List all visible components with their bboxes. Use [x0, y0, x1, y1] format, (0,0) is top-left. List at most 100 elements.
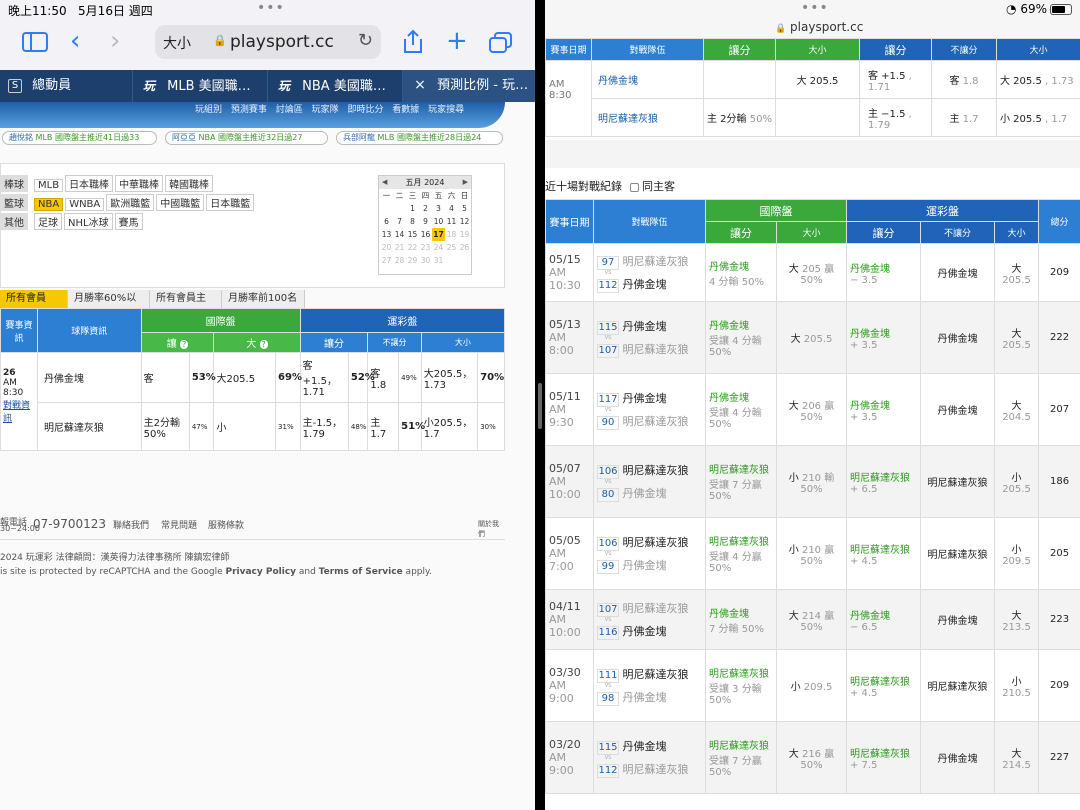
calendar-day[interactable]: 21	[393, 241, 406, 254]
lspread-cell[interactable]: 主 −1.5 , 1.79	[859, 98, 932, 137]
tab-3[interactable]: 玩 NBA 美國職…	[268, 70, 403, 102]
footer-link[interactable]: 聯絡我們	[113, 518, 149, 531]
ltotal-cell[interactable]: 大 205.5 , 1.73	[996, 60, 1080, 99]
calendar-day[interactable]: 13	[380, 228, 393, 241]
calendar-day[interactable]: 20	[380, 241, 393, 254]
league-button[interactable]: 歐洲職籃	[106, 194, 155, 211]
cell[interactable]: 大205.5，1.73	[420, 352, 479, 403]
forward-icon[interactable]: ›	[110, 28, 120, 54]
total-cell[interactable]	[775, 98, 860, 137]
matchup-cell[interactable]: 107 明尼蘇達灰狼 VS 116 丹佛金塊	[593, 589, 706, 650]
tab-overview-icon[interactable]	[489, 32, 513, 59]
multitask-dots-icon[interactable]: •••	[801, 0, 829, 16]
reload-icon[interactable]: ↻	[358, 30, 373, 51]
footer-link[interactable]: 常見問題	[161, 518, 197, 531]
calendar-day[interactable]: 24	[432, 241, 445, 254]
calendar-day[interactable]: 30	[419, 254, 432, 267]
tab-2[interactable]: 玩 MLB 美國職…	[133, 70, 268, 102]
league-button[interactable]: NHL冰球	[64, 213, 113, 230]
calendar-day[interactable]: 31	[432, 254, 445, 267]
calendar-day[interactable]: 29	[406, 254, 419, 267]
spread-cell[interactable]	[703, 60, 776, 99]
cell[interactable]: 客1.8	[367, 352, 400, 403]
calendar-day[interactable]: 3	[432, 202, 445, 215]
back-icon[interactable]: ‹	[70, 28, 80, 54]
promo-pill[interactable]: 阿亞亞 NBA 國際盤主推近32日過27	[165, 131, 328, 145]
info-icon[interactable]: ?	[259, 340, 268, 349]
multitask-dots-icon[interactable]: •••	[257, 0, 285, 16]
tab-4-active[interactable]: × 預測比例 - 玩…	[403, 70, 535, 102]
filter-tab[interactable]: 所有會員	[0, 290, 68, 308]
cell[interactable]: 大205.5	[213, 352, 277, 403]
filter-tab[interactable]: 月勝率60%以上	[68, 290, 150, 322]
new-tab-icon[interactable]: +	[446, 28, 468, 54]
matchup-cell[interactable]: 115 丹佛金塊 VS 112 明尼蘇達灰狼	[593, 721, 706, 794]
spread-cell[interactable]: 主 2分輸 50%	[703, 98, 776, 137]
team-name[interactable]: 丹佛金塊	[591, 60, 704, 99]
cell[interactable]: 主2分輸 50%	[140, 402, 190, 451]
matchup-cell[interactable]: 106 明尼蘇達灰狼 VS 80 丹佛金塊	[593, 445, 706, 518]
promo-pill[interactable]: 兵部阿龍 MLB 國際盤主推近28日過24	[336, 131, 503, 145]
calendar-day[interactable]: 7	[393, 215, 406, 228]
cell[interactable]: 主-1.5，1.79	[299, 402, 349, 451]
tab-close-icon[interactable]: ×	[413, 78, 427, 93]
sidebar-icon[interactable]	[22, 31, 48, 58]
site-nav[interactable]: 玩組別 預測賽事 討論區 玩家隊 即時比分 看數據 玩家搜尋	[195, 102, 464, 115]
calendar-day[interactable]: 11	[445, 215, 458, 228]
matchup-link[interactable]: 訊	[3, 411, 35, 424]
calendar-day[interactable]: 26	[458, 241, 471, 254]
calendar-day[interactable]: 17	[432, 228, 445, 241]
league-button[interactable]: 足球	[34, 213, 62, 230]
calendar-day[interactable]: 6	[380, 215, 393, 228]
calendar-day[interactable]: 8	[406, 215, 419, 228]
info-icon[interactable]: ?	[179, 340, 189, 349]
same-venue-checkbox[interactable]	[630, 182, 639, 192]
matchup-link[interactable]: 對戰資	[3, 398, 35, 411]
cell[interactable]: 小205.5，1.7	[420, 402, 479, 451]
calendar-next-icon[interactable]: ▶	[463, 176, 468, 189]
filter-tab[interactable]: 所有會員主推	[150, 290, 222, 322]
matchup-cell[interactable]: 97 明尼蘇達灰狼 VS 112 丹佛金塊	[593, 243, 706, 302]
calendar-day[interactable]: 18	[445, 228, 458, 241]
cell[interactable]: 小	[213, 402, 277, 451]
calendar-day[interactable]: 28	[393, 254, 406, 267]
ltotal-cell[interactable]: 小 205.5 , 1.7	[996, 98, 1080, 137]
tab-1[interactable]: S 總動員	[0, 70, 133, 102]
team-name[interactable]: 明尼蘇達灰狼	[591, 98, 704, 137]
league-button[interactable]: MLB	[34, 179, 64, 192]
matchup-cell[interactable]: 117 丹佛金塊 VS 90 明尼蘇達灰狼	[593, 373, 706, 446]
league-button[interactable]: 中華職棒	[115, 175, 164, 192]
calendar-day[interactable]: 25	[445, 241, 458, 254]
matchup-cell[interactable]: 111 明尼蘇達灰狼 VS 98 丹佛金塊	[593, 649, 706, 722]
split-handle[interactable]	[538, 383, 542, 429]
calendar-day[interactable]: 23	[419, 241, 432, 254]
matchup-cell[interactable]: 115 丹佛金塊 VS 107 明尼蘇達灰狼	[593, 301, 706, 374]
footer-link[interactable]: 服務條款	[208, 518, 244, 531]
calendar-day[interactable]: 14	[393, 228, 406, 241]
calendar-day[interactable]: 1	[406, 202, 419, 215]
calendar-day[interactable]: 5	[458, 202, 471, 215]
text-size-button[interactable]: 大小	[163, 33, 191, 53]
league-button[interactable]: 中國職籃	[156, 194, 205, 211]
matchup-cell[interactable]: 106 明尼蘇達灰狼 VS 99 丹佛金塊	[593, 517, 706, 590]
url-text[interactable]: 🔒 playsport.cc	[775, 20, 863, 34]
league-button[interactable]: 日本職棒	[65, 175, 114, 192]
total-cell[interactable]: 大 205.5	[775, 60, 860, 99]
promo-pill[interactable]: 趙悅銘 MLB 國際盤主推近41日過33	[2, 131, 157, 145]
calendar-day[interactable]: 19	[458, 228, 471, 241]
league-button[interactable]: 日本職籃	[206, 194, 255, 211]
lns-cell[interactable]: 客 1.8	[931, 60, 997, 99]
privacy-link[interactable]: Privacy Policy	[225, 567, 296, 577]
calendar-day[interactable]: 10	[432, 215, 445, 228]
share-icon[interactable]	[402, 29, 424, 60]
calendar-day[interactable]: 16	[419, 228, 432, 241]
calendar-day[interactable]: 22	[406, 241, 419, 254]
cell[interactable]: 客+1.5，1.71	[299, 352, 349, 403]
calendar-prev-icon[interactable]: ◀	[382, 176, 387, 189]
filter-tab[interactable]: 月勝率前100名會	[222, 290, 305, 322]
calendar-day[interactable]: 4	[445, 202, 458, 215]
calendar-day[interactable]: 9	[419, 215, 432, 228]
league-button[interactable]: 韓國職棒	[165, 175, 214, 192]
lns-cell[interactable]: 主 1.7	[931, 98, 997, 137]
lspread-cell[interactable]: 客 +1.5 , 1.71	[859, 60, 932, 99]
